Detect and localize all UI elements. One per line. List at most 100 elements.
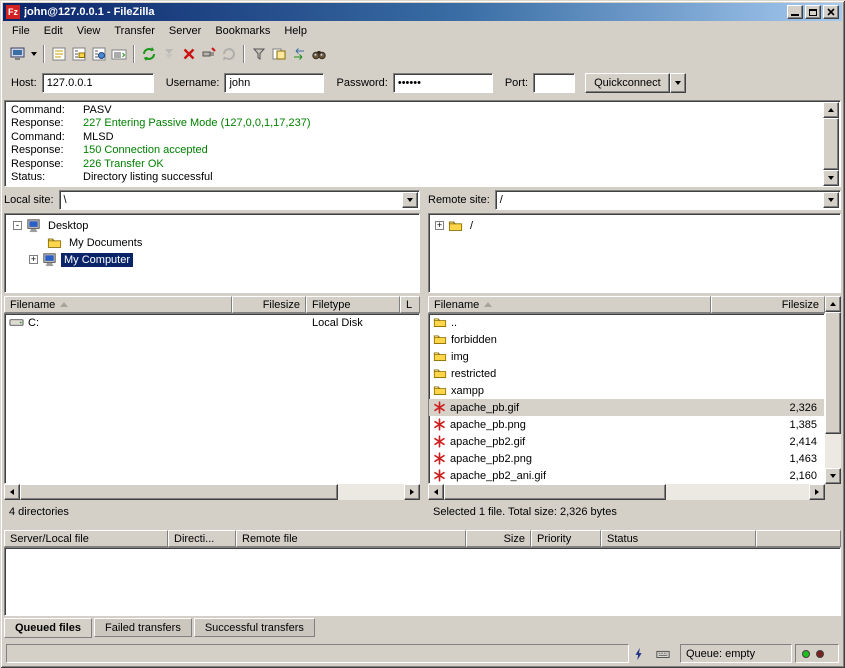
tree-item-desktop[interactable]: - Desktop <box>5 217 419 234</box>
scroll-down-icon[interactable] <box>823 170 839 186</box>
column-header-filename[interactable]: Filename <box>4 296 232 313</box>
local-file-row[interactable]: C: Local Disk <box>5 314 419 331</box>
tab-queued-files[interactable]: Queued files <box>4 618 92 638</box>
image-file-icon <box>433 469 446 482</box>
remote-file-row[interactable]: apache_pb2.png 1,463 <box>429 450 824 467</box>
message-log-icon[interactable] <box>49 44 69 64</box>
remote-directory-tree: + / <box>428 213 841 293</box>
directory-comparison-icon[interactable] <box>269 44 289 64</box>
scroll-left-icon[interactable] <box>4 484 20 500</box>
menu-edit[interactable]: Edit <box>37 22 70 40</box>
column-header-priority[interactable]: Priority <box>531 530 601 547</box>
transfer-queue-icon[interactable] <box>109 44 129 64</box>
tab-successful-transfers[interactable]: Successful transfers <box>194 618 315 637</box>
remote-list-hscrollbar[interactable] <box>428 484 825 500</box>
username-label: Username: <box>166 77 220 89</box>
column-header-filetype[interactable]: Filetype <box>306 296 400 313</box>
log-line: Response:226 Transfer OK <box>11 158 818 171</box>
disconnect-icon[interactable] <box>199 44 219 64</box>
local-treeview-icon[interactable] <box>69 44 89 64</box>
cancel-icon[interactable] <box>179 44 199 64</box>
image-file-icon <box>433 401 446 414</box>
scroll-left-icon[interactable] <box>428 484 444 500</box>
expand-icon[interactable]: + <box>29 255 38 264</box>
scroll-up-icon[interactable] <box>825 296 841 312</box>
scrollbar-thumb[interactable] <box>825 312 841 434</box>
expand-icon[interactable]: + <box>435 221 444 230</box>
menu-transfer[interactable]: Transfer <box>107 22 162 40</box>
synchronized-browsing-icon[interactable] <box>289 44 309 64</box>
filezilla-logo-icon: Fz <box>6 5 20 19</box>
remote-treeview-icon[interactable] <box>89 44 109 64</box>
remote-file-row[interactable]: apache_pb2.gif 2,414 <box>429 433 824 450</box>
filter-icon[interactable] <box>249 44 269 64</box>
chevron-down-icon[interactable] <box>823 192 839 208</box>
pane-splitter[interactable] <box>420 190 428 522</box>
remote-file-row[interactable]: xampp <box>429 382 824 399</box>
scroll-right-icon[interactable] <box>809 484 825 500</box>
scroll-up-icon[interactable] <box>823 102 839 118</box>
port-input[interactable] <box>533 73 575 93</box>
remote-list-scrollbar[interactable] <box>825 296 841 484</box>
menu-file[interactable]: File <box>5 22 37 40</box>
remote-file-row[interactable]: forbidden <box>429 331 824 348</box>
column-header-server-local-file[interactable]: Server/Local file <box>4 530 168 547</box>
reconnect-icon[interactable] <box>219 44 239 64</box>
menu-bookmarks[interactable]: Bookmarks <box>208 22 277 40</box>
column-header-filename[interactable]: Filename <box>428 296 711 313</box>
column-header-lastmodified[interactable]: L <box>400 296 420 313</box>
quickconnect-dropdown-icon[interactable] <box>670 73 686 93</box>
scroll-down-icon[interactable] <box>825 468 841 484</box>
menu-view[interactable]: View <box>70 22 108 40</box>
scrollbar-thumb[interactable] <box>823 118 839 170</box>
host-input[interactable] <box>42 73 154 93</box>
remote-file-row[interactable]: restricted <box>429 365 824 382</box>
refresh-icon[interactable] <box>139 44 159 64</box>
queue-list[interactable] <box>4 547 841 616</box>
maximize-button[interactable] <box>805 5 821 19</box>
remote-file-list[interactable]: .. forbidden img restricted xampp apache… <box>428 313 825 484</box>
filesize: 1,385 <box>724 419 824 431</box>
filename: img <box>451 351 724 363</box>
column-header-filesize[interactable]: Filesize <box>711 296 825 313</box>
tree-item-my-computer[interactable]: + My Computer <box>5 251 419 268</box>
username-input[interactable] <box>224 73 324 93</box>
local-site-value: \ <box>64 194 402 206</box>
log-line: Response:227 Entering Passive Mode (127,… <box>11 117 818 130</box>
tree-item-my-documents[interactable]: My Documents <box>5 234 419 251</box>
close-button[interactable] <box>823 5 839 19</box>
column-header-remote-file[interactable]: Remote file <box>236 530 466 547</box>
menu-server[interactable]: Server <box>162 22 208 40</box>
scrollbar-thumb[interactable] <box>20 484 338 500</box>
process-queue-icon[interactable] <box>159 44 179 64</box>
collapse-icon[interactable]: - <box>13 221 22 230</box>
chevron-down-icon[interactable] <box>402 192 418 208</box>
site-manager-dropdown-icon[interactable] <box>28 44 39 64</box>
column-header-direction[interactable]: Directi... <box>168 530 236 547</box>
tab-failed-transfers[interactable]: Failed transfers <box>94 618 192 637</box>
site-manager-icon[interactable] <box>8 44 28 64</box>
remote-file-row[interactable]: apache_pb2_ani.gif 2,160 <box>429 467 824 484</box>
remote-file-row-selected[interactable]: apache_pb.gif 2,326 <box>429 399 824 416</box>
menu-help[interactable]: Help <box>277 22 314 40</box>
remote-file-row[interactable]: img <box>429 348 824 365</box>
remote-site-combo[interactable]: / <box>495 190 841 210</box>
remote-file-row[interactable]: .. <box>429 314 824 331</box>
find-files-icon[interactable] <box>309 44 329 64</box>
column-header-status[interactable]: Status <box>601 530 756 547</box>
column-header-size[interactable]: Size <box>466 530 531 547</box>
remote-file-row[interactable]: apache_pb.png 1,385 <box>429 416 824 433</box>
local-list-hscrollbar[interactable] <box>4 484 420 500</box>
scroll-right-icon[interactable] <box>404 484 420 500</box>
quickconnect-button[interactable]: Quickconnect <box>585 73 670 93</box>
log-scrollbar[interactable] <box>823 102 839 186</box>
titlebar[interactable]: Fz john@127.0.0.1 - FileZilla <box>3 3 842 21</box>
local-site-combo[interactable]: \ <box>59 190 420 210</box>
scrollbar-thumb[interactable] <box>444 484 666 500</box>
tree-item-root[interactable]: + / <box>429 217 840 234</box>
password-input[interactable] <box>393 73 493 93</box>
local-directory-tree: - Desktop My Documents + My Computer <box>4 213 420 293</box>
column-header-filesize[interactable]: Filesize <box>232 296 306 313</box>
minimize-button[interactable] <box>787 5 803 19</box>
local-file-list[interactable]: C: Local Disk <box>4 313 420 484</box>
